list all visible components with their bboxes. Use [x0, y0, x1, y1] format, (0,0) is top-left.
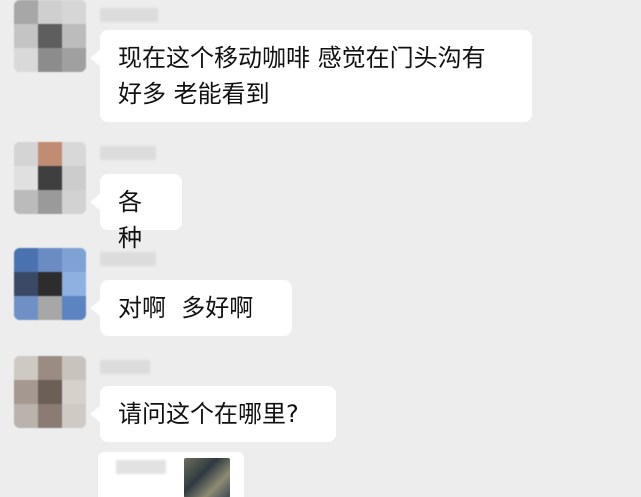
shared-card[interactable] — [98, 452, 244, 497]
message-bubble[interactable]: 请问这个在哪里? — [90, 386, 336, 442]
sender-name — [100, 8, 158, 22]
avatar[interactable] — [14, 0, 86, 72]
card-title — [116, 460, 166, 474]
avatar[interactable] — [14, 356, 86, 428]
message-bubble[interactable]: 对啊 多好啊 — [90, 280, 292, 336]
chat-window: 现在这个移动咖啡 感觉在门头沟有 好多 老能看到 各种 对啊 多好啊 请问这个在… — [0, 0, 641, 497]
sender-name — [100, 146, 156, 160]
message-bubble[interactable]: 各种 — [90, 174, 182, 252]
message-bubble[interactable]: 现在这个移动咖啡 感觉在门头沟有 好多 老能看到 — [90, 30, 532, 122]
sender-name — [100, 360, 150, 374]
avatar[interactable] — [14, 248, 86, 320]
card-thumbnail — [184, 458, 230, 497]
avatar[interactable] — [14, 142, 86, 214]
sender-name — [100, 252, 156, 266]
